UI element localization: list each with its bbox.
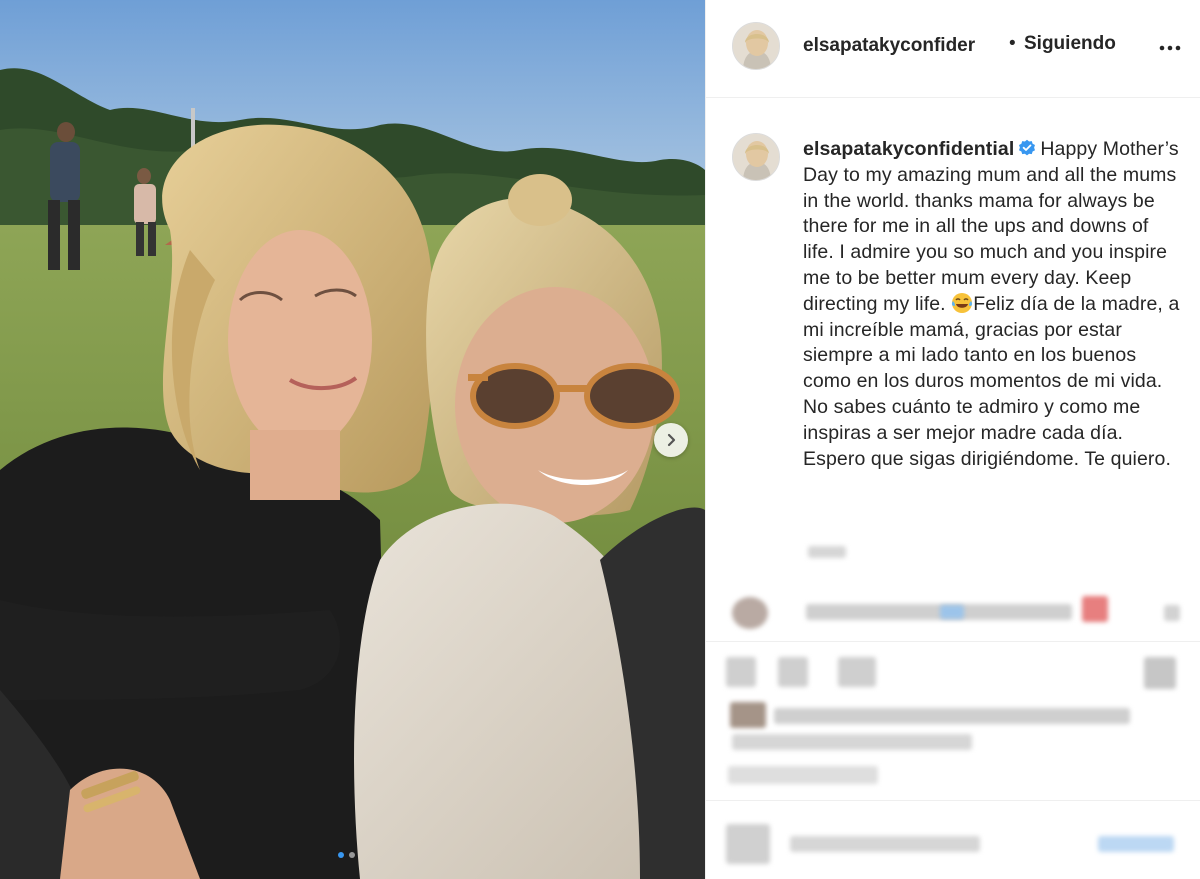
caption-body-spanish: Feliz día de la madre, a mi increíble ma…	[803, 292, 1180, 470]
header-separator: •	[1009, 33, 1016, 54]
divider	[705, 641, 1200, 642]
comment-icon[interactable]	[778, 657, 808, 687]
caption-avatar[interactable]	[732, 133, 780, 181]
add-comment-input[interactable]	[790, 836, 980, 852]
like-icon[interactable]	[726, 657, 756, 687]
comment-emoji-button[interactable]	[726, 824, 770, 864]
post-media[interactable]	[0, 0, 705, 879]
carousel-dot	[349, 852, 355, 858]
liked-by-text-2	[732, 734, 972, 750]
carousel-next-button[interactable]	[654, 423, 688, 457]
liked-by-text	[774, 708, 1130, 724]
avatar[interactable]	[732, 22, 780, 70]
comment-emoji	[1082, 596, 1108, 622]
following-button[interactable]: Siguiendo	[1024, 33, 1116, 55]
liked-by-avatar[interactable]	[730, 702, 766, 728]
avatar-image	[733, 134, 779, 180]
chevron-right-icon	[667, 433, 676, 447]
comment-text	[806, 604, 1072, 620]
post-timestamp	[808, 546, 846, 558]
divider	[705, 800, 1200, 801]
more-horizontal-icon[interactable]	[1158, 38, 1182, 58]
carousel-indicator	[338, 852, 355, 858]
verified-badge-icon	[1019, 139, 1036, 156]
save-icon[interactable]	[1144, 657, 1176, 689]
comment-avatar[interactable]	[732, 597, 768, 629]
post-header: elsapatakyconfider • Siguiendo	[706, 0, 1200, 98]
caption-text: elsapatakyconfidential Happy Mother’s Day…	[803, 137, 1183, 472]
post-photo	[0, 0, 705, 879]
comment-like-icon[interactable]	[1164, 605, 1180, 621]
instagram-post: elsapatakyconfider • Siguiendo elsapatak…	[0, 0, 1200, 879]
carousel-dot-active	[338, 852, 344, 858]
post-author-username[interactable]: elsapatakyconfider	[803, 35, 975, 57]
post-date	[728, 766, 878, 784]
share-icon[interactable]	[838, 657, 876, 687]
post-comment-button[interactable]	[1098, 836, 1174, 852]
tears-of-joy-emoji	[952, 292, 973, 313]
avatar-image	[733, 23, 779, 69]
caption-body-english: Happy Mother’s Day to my amazing mum and…	[803, 138, 1179, 315]
caption-username[interactable]: elsapatakyconfidential	[803, 138, 1014, 160]
comment-mention[interactable]	[940, 605, 964, 619]
